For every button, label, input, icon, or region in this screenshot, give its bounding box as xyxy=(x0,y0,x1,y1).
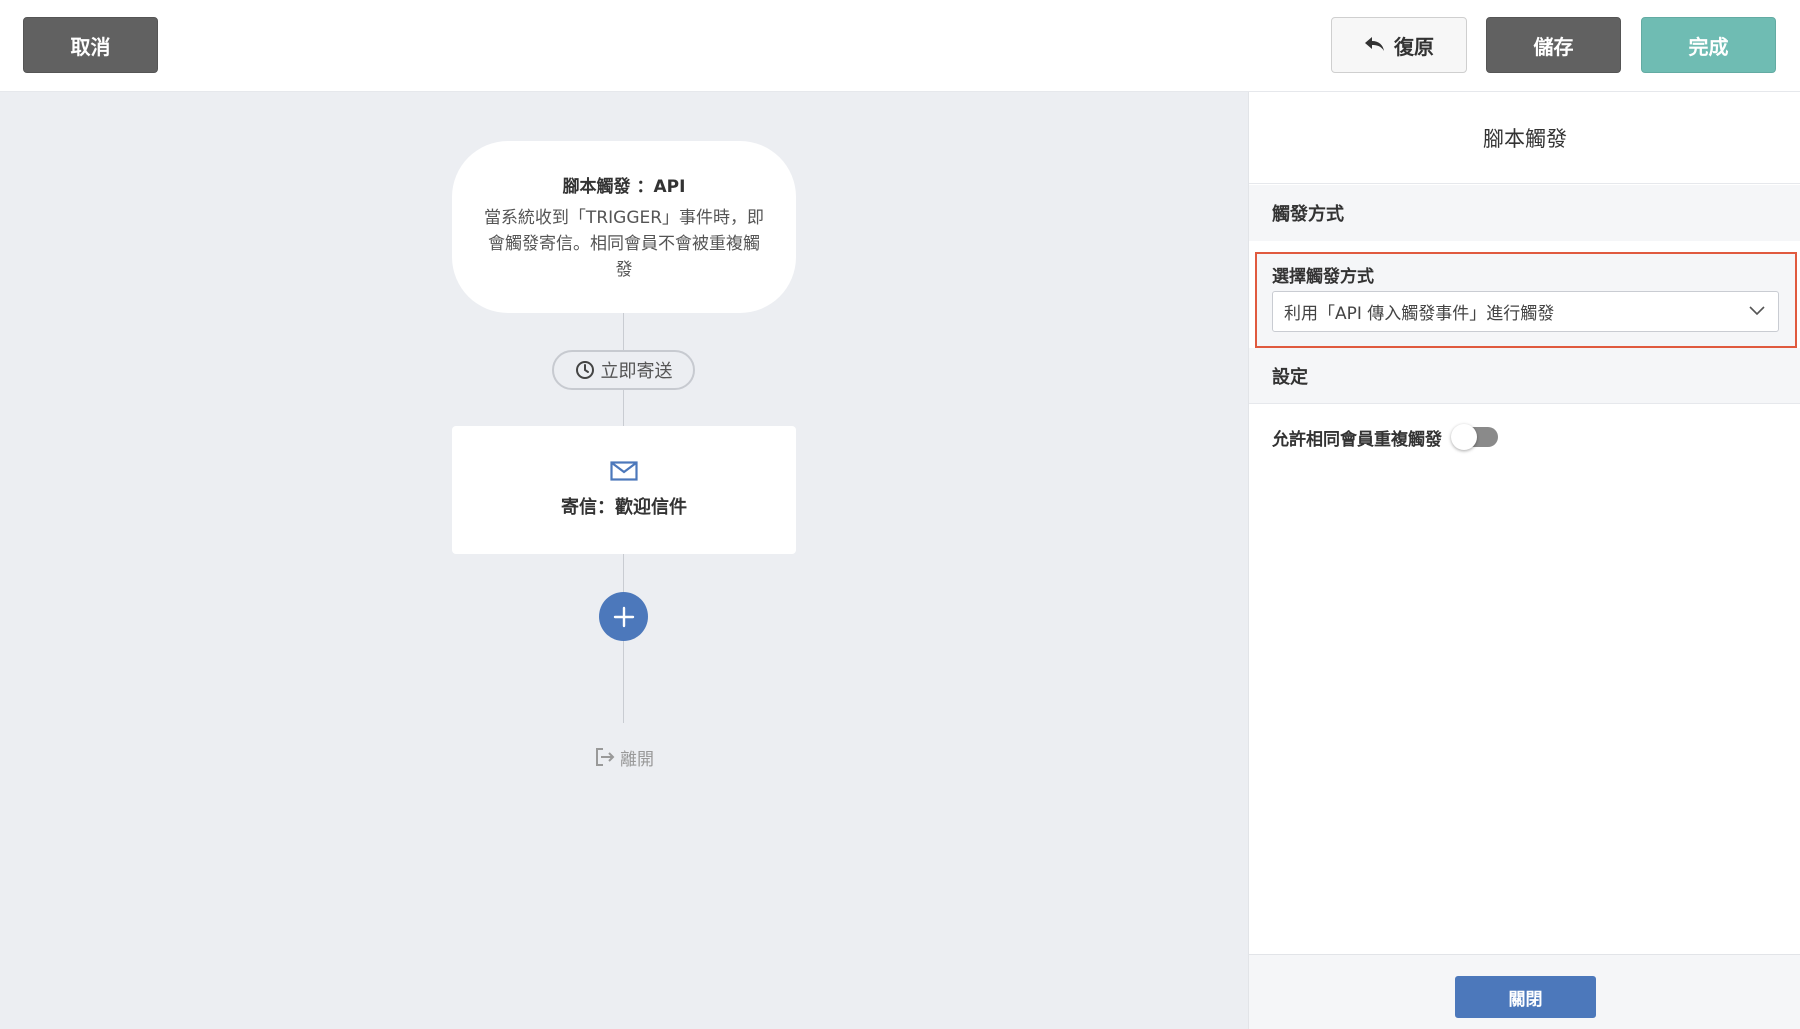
trigger-node-title: 腳本觸發 ：API xyxy=(562,176,686,197)
top-toolbar: 取消 復原 儲存 完成 xyxy=(0,0,1800,92)
add-step-button[interactable] xyxy=(599,592,648,641)
save-button[interactable]: 儲存 xyxy=(1486,17,1621,73)
mail-icon xyxy=(610,461,638,481)
email-node[interactable]: 寄信：歡迎信件 xyxy=(452,426,796,554)
close-button-label: 關閉 xyxy=(1508,989,1543,1010)
email-node-label: 寄信：歡迎信件 xyxy=(561,497,687,518)
connector-line xyxy=(623,641,624,723)
flow-canvas: 腳本觸發 ：API 當系統收到「TRIGGER」事件時，即會觸發寄信。相同會員不… xyxy=(0,92,1248,1029)
undo-button-label: 復原 xyxy=(1394,34,1434,59)
settings-section-header: 設定 xyxy=(1249,348,1800,404)
chevron-down-icon xyxy=(1749,306,1765,316)
undo-button[interactable]: 復原 xyxy=(1331,17,1467,73)
cancel-button-label: 取消 xyxy=(70,34,111,59)
allow-repeat-row: 允許相同會員重複觸發 xyxy=(1272,422,1498,452)
connector-line xyxy=(623,390,624,426)
delay-pill[interactable]: 立即寄送 xyxy=(552,350,695,390)
clock-icon xyxy=(575,361,594,379)
done-button-label: 完成 xyxy=(1688,34,1729,59)
panel-footer: 關閉 xyxy=(1249,954,1800,1029)
trigger-node[interactable]: 腳本觸發 ：API 當系統收到「TRIGGER」事件時，即會觸發寄信。相同會員不… xyxy=(452,141,796,313)
close-button[interactable]: 關閉 xyxy=(1455,976,1596,1018)
trigger-node-description: 當系統收到「TRIGGER」事件時，即會觸發寄信。相同會員不會被重複觸發 xyxy=(483,207,765,280)
exit-node: 離開 xyxy=(594,744,654,770)
allow-repeat-toggle[interactable] xyxy=(1451,424,1498,450)
plus-icon xyxy=(613,606,634,627)
delay-label: 立即寄送 xyxy=(600,361,673,382)
trigger-method-select[interactable]: 利用「API 傳入觸發事件」進行觸發 xyxy=(1272,291,1779,332)
save-button-label: 儲存 xyxy=(1533,34,1574,59)
trigger-method-label: 選擇觸發方式 xyxy=(1272,267,1374,287)
connector-line xyxy=(623,313,624,350)
trigger-method-value: 利用「API 傳入觸發事件」進行觸發 xyxy=(1284,304,1555,324)
trigger-section-header: 觸發方式 xyxy=(1249,185,1800,241)
connector-line xyxy=(623,554,624,592)
exit-label: 離開 xyxy=(620,749,654,770)
undo-arrow-icon xyxy=(1365,37,1384,51)
cancel-button[interactable]: 取消 xyxy=(23,17,158,73)
toggle-knob xyxy=(1451,424,1477,450)
allow-repeat-label: 允許相同會員重複觸發 xyxy=(1272,429,1442,450)
done-button[interactable]: 完成 xyxy=(1641,17,1776,73)
exit-icon xyxy=(596,748,615,766)
settings-panel: 腳本觸發 觸發方式 選擇觸發方式 利用「API 傳入觸發事件」進行觸發 設定 允… xyxy=(1248,92,1800,1029)
panel-title: 腳本觸發 xyxy=(1249,92,1800,184)
